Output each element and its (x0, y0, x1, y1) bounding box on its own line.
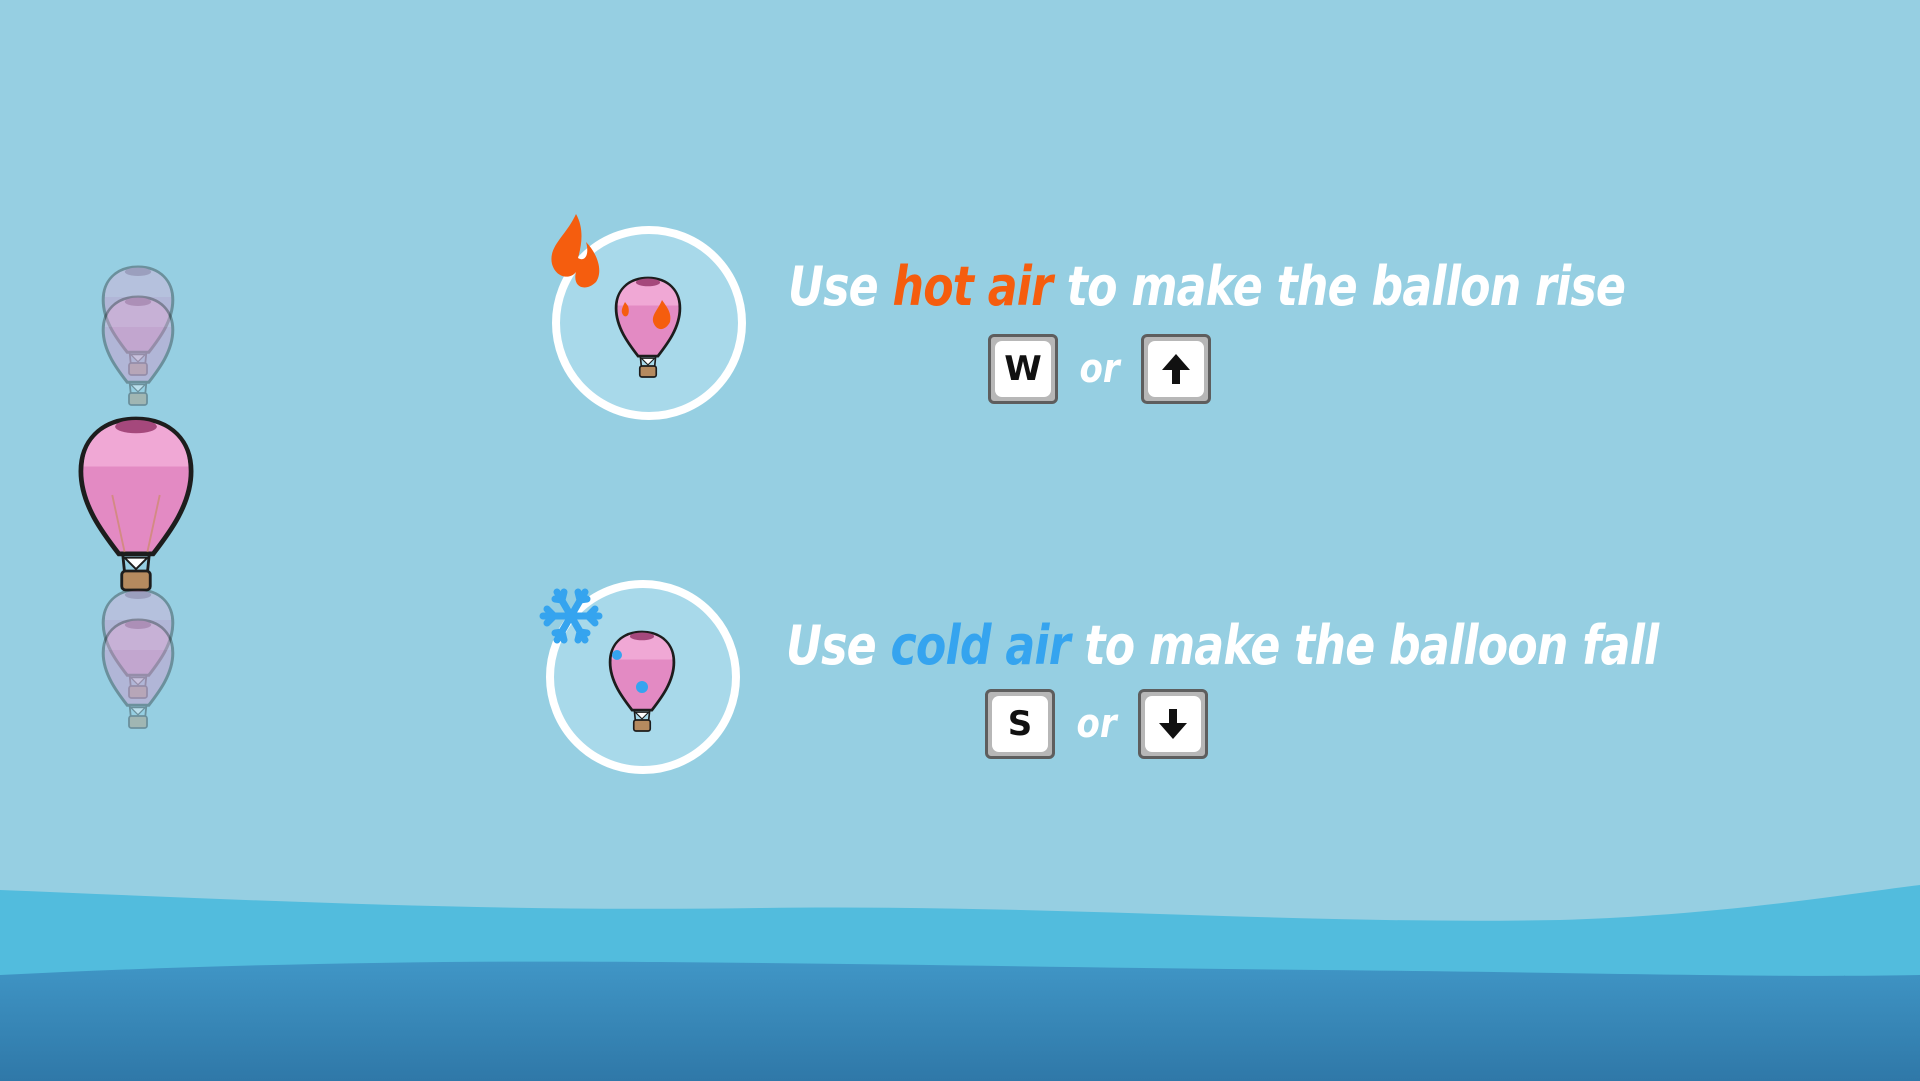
flame-icon (551, 214, 600, 288)
fall-or-text: or (1076, 701, 1117, 747)
fall-instruction: Use cold air to make the balloon fall (786, 614, 1659, 677)
arrow-down-icon (1159, 709, 1188, 739)
s-key-label: S (1007, 704, 1033, 744)
s-key[interactable]: S (985, 689, 1055, 759)
rise-or-text: or (1079, 346, 1120, 392)
cold-air-icon (539, 580, 740, 774)
rise-highlight: hot air (892, 255, 1053, 318)
fall-keys: S or (985, 686, 1209, 762)
w-key-label: W (1004, 349, 1042, 389)
rise-prefix: Use (788, 255, 879, 318)
ghost-balloon-down-2 (101, 618, 175, 730)
ghost-balloon-up-2 (101, 295, 175, 407)
down-arrow-key[interactable] (1138, 689, 1209, 759)
main-balloon (81, 419, 191, 590)
fall-highlight: cold air (890, 614, 1070, 677)
fall-prefix: Use (786, 614, 877, 677)
up-arrow-key[interactable] (1141, 334, 1212, 404)
hot-air-icon (551, 214, 746, 420)
balloon-movement-illustration (0, 214, 746, 774)
fall-suffix: to make the balloon fall (1084, 614, 1659, 677)
rise-keys: W or (988, 331, 1212, 407)
rise-suffix: to make the ballon rise (1066, 255, 1626, 318)
game-screen: Use hot air to make the ballon rise W or… (0, 0, 1920, 1081)
w-key[interactable]: W (988, 334, 1058, 404)
arrow-up-icon (1162, 354, 1191, 384)
rise-instruction: Use hot air to make the ballon rise (788, 255, 1626, 318)
